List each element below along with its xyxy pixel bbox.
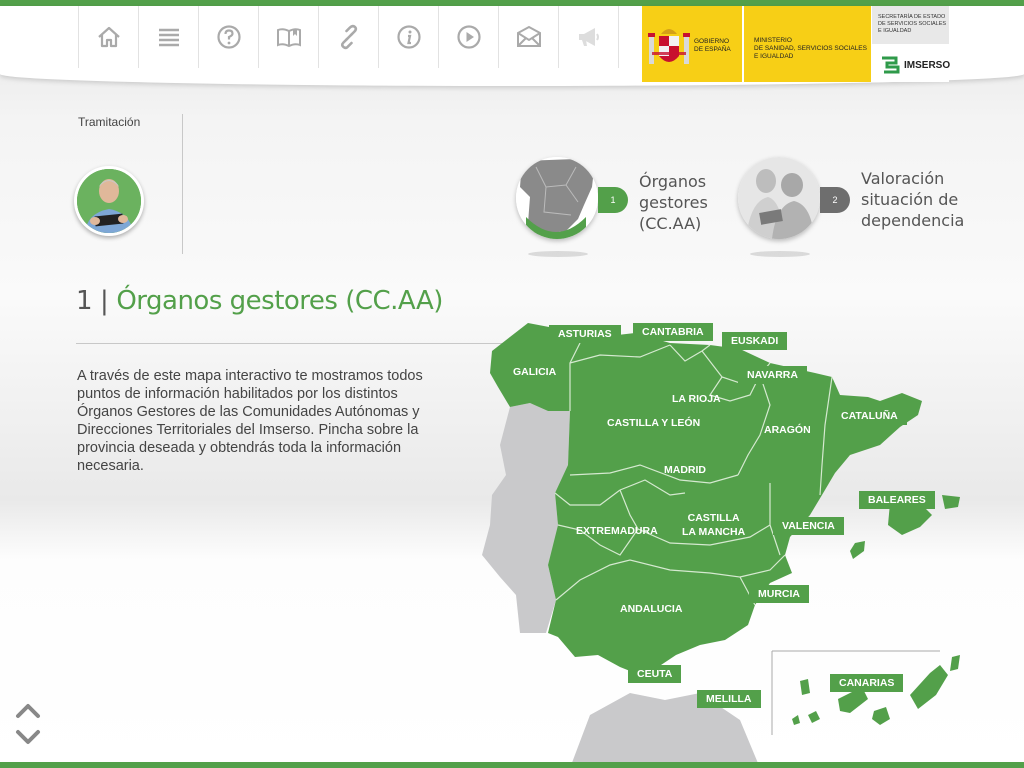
region-asturias[interactable]: ASTURIAS — [549, 325, 621, 343]
step-label-1: Órganos gestores (CC.AA) — [639, 172, 708, 233]
imserso-label: IMSERSO — [904, 59, 951, 71]
link-icon — [340, 24, 357, 50]
list-icon — [158, 28, 179, 47]
book-icon — [276, 28, 301, 48]
region-aragon[interactable]: ARAGÓN — [764, 423, 811, 437]
help-button[interactable] — [198, 6, 258, 68]
step-valoracion-dependencia[interactable]: 2 Valoración situación de dependencia — [738, 157, 968, 267]
main-toolbar — [78, 6, 619, 68]
scroll-up-icon[interactable] — [15, 700, 41, 720]
region-navarra[interactable]: NAVARRA — [738, 366, 807, 384]
menu-button[interactable] — [138, 6, 198, 68]
imserso-logo[interactable]: SECRETARÍA DE ESTADO DE SERVICIOS SOCIAL… — [872, 6, 951, 82]
region-cantabria[interactable]: CANTABRIA — [633, 323, 713, 341]
title-divider — [76, 343, 506, 344]
step-badge-1: 1 — [598, 187, 628, 213]
region-valencia[interactable]: VALENCIA — [773, 517, 844, 535]
coat-of-arms-icon — [648, 29, 690, 64]
spain-map: ASTURIAS CANTABRIA EUSKADI GALICIA NAVAR… — [470, 315, 990, 768]
person-photo-icon — [77, 169, 141, 233]
region-andalucia[interactable]: ANDALUCIA — [620, 602, 682, 616]
caregivers-photo-icon — [738, 157, 820, 239]
region-extremadura[interactable]: EXTREMADURA — [576, 524, 658, 538]
avatar — [74, 166, 144, 236]
gobierno-logo[interactable]: GOBIERNO DE ESPAÑA — [642, 6, 742, 82]
region-baleares[interactable]: BALEARES — [859, 491, 935, 509]
play-icon — [456, 25, 481, 49]
region-la-rioja[interactable]: LA RIOJA — [672, 392, 721, 406]
region-canarias[interactable]: CANARIAS — [830, 674, 904, 692]
region-murcia[interactable]: MURCIA — [749, 585, 809, 603]
home-icon — [97, 26, 120, 48]
region-galicia[interactable]: GALICIA — [504, 363, 566, 381]
question-icon — [216, 25, 241, 49]
step-organos-gestores[interactable]: 1 Órganos gestores (CC.AA) — [516, 157, 716, 267]
region-castilla-leon[interactable]: CASTILLA Y LEÓN — [607, 416, 700, 430]
gobierno-text: GOBIERNO DE ESPAÑA — [694, 38, 731, 53]
bottom-accent-bar — [0, 762, 1024, 768]
region-madrid[interactable]: MADRID — [664, 463, 706, 477]
page-title: 1 | Órganos gestores (CC.AA) — [76, 286, 443, 316]
divider — [182, 114, 183, 254]
guide-button[interactable] — [258, 6, 318, 68]
info-button[interactable] — [378, 6, 438, 68]
mail-icon — [516, 25, 541, 47]
region-cataluna[interactable]: CATALUÑA — [832, 407, 907, 425]
step-badge-2: 2 — [820, 187, 850, 213]
scroll-down-icon[interactable] — [15, 728, 41, 748]
imserso-icon — [882, 56, 900, 74]
region-euskadi[interactable]: EUSKADI — [722, 332, 788, 350]
ministerio-text: MINISTERIO DE SANIDAD, SERVICIOS SOCIALE… — [754, 37, 867, 60]
news-button[interactable] — [558, 6, 619, 68]
region-castilla-la-mancha[interactable]: CASTILLA LA MANCHA — [682, 511, 745, 539]
video-button[interactable] — [438, 6, 498, 68]
info-icon — [396, 25, 421, 49]
megaphone-icon — [578, 28, 599, 46]
secretaria-text: SECRETARÍA DE ESTADO DE SERVICIOS SOCIAL… — [878, 14, 947, 34]
section-label: Tramitación — [78, 115, 141, 129]
description-text: A través de este mapa interactivo te mos… — [77, 368, 423, 474]
ministerio-logo[interactable]: MINISTERIO DE SANIDAD, SERVICIOS SOCIALE… — [744, 6, 871, 82]
links-button[interactable] — [318, 6, 378, 68]
spain-map-thumbnail-icon — [516, 157, 598, 239]
contact-button[interactable] — [498, 6, 558, 68]
region-ceuta[interactable]: CEUTA — [628, 665, 682, 683]
step-label-2: Valoración situación de dependencia — [861, 169, 965, 230]
region-melilla[interactable]: MELILLA — [697, 690, 761, 708]
home-button[interactable] — [78, 6, 138, 68]
